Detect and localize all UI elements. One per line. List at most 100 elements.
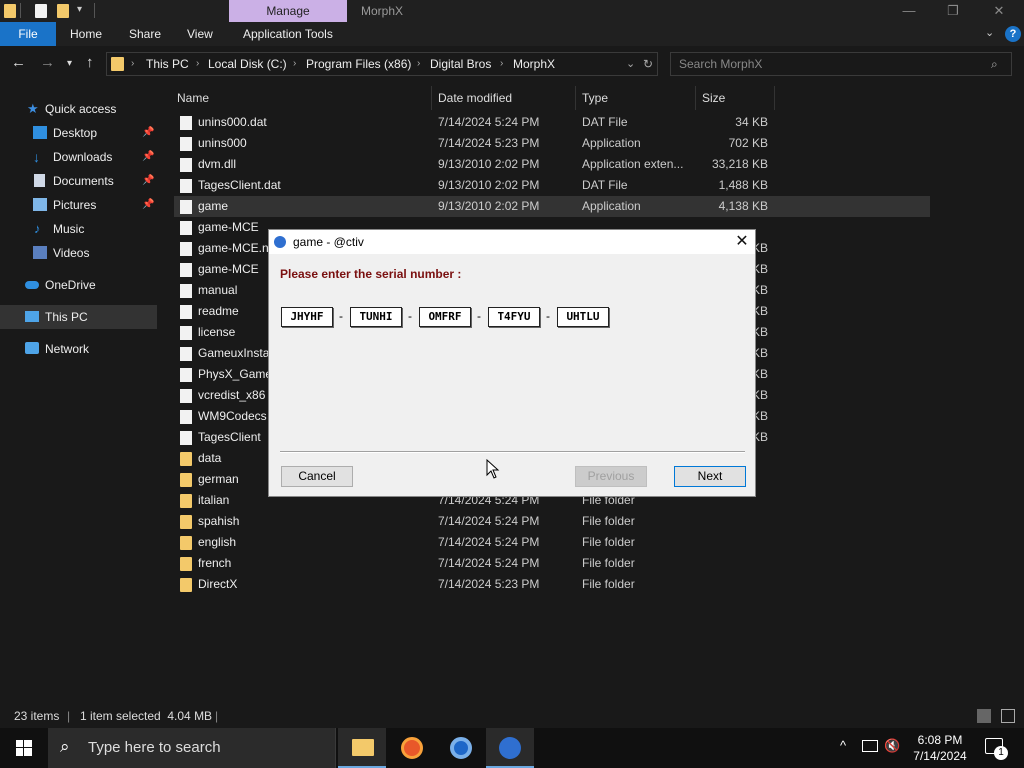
serial-field-5[interactable]: UHTLU <box>557 307 609 327</box>
file-icon <box>180 179 192 193</box>
navigation-bar: ← → ▾ ↑ › This PC › Local Disk (C:) › Pr… <box>0 46 1024 82</box>
breadcrumb-morphx[interactable]: MorphX <box>513 53 555 75</box>
chevron-up-icon[interactable]: ^ <box>840 738 846 753</box>
search-box[interactable]: Search MorphX ⌕ <box>670 52 1012 76</box>
pin-icon[interactable]: 📌 <box>142 193 154 217</box>
serial-field-2[interactable]: TUNHI <box>350 307 402 327</box>
new-folder-icon[interactable] <box>57 4 69 18</box>
file-row[interactable]: unins000 7/14/2024 5:23 PM Application 702 … <box>174 133 930 154</box>
tab-application-tools[interactable]: Application Tools <box>243 22 333 46</box>
volume-muted-icon[interactable]: 🔇 <box>884 738 900 754</box>
serial-dash: - <box>477 309 481 323</box>
file-row[interactable]: unins000.dat 7/14/2024 5:24 PM DAT File 34 … <box>174 112 930 133</box>
maximize-button[interactable]: ❐ <box>930 0 976 22</box>
pin-icon[interactable]: 📌 <box>142 121 154 145</box>
previous-button[interactable]: Previous <box>575 466 647 487</box>
sidebar-item-downloads[interactable]: ↓ Downloads 📌 <box>0 145 157 169</box>
serial-field-4[interactable]: T4FYU <box>488 307 540 327</box>
forward-arrow-icon[interactable]: → <box>40 54 55 71</box>
file-date: 9/13/2010 2:02 PM <box>438 199 540 213</box>
sidebar-item-onedrive[interactable]: OneDrive <box>0 273 157 297</box>
help-icon[interactable]: ? <box>1005 26 1021 42</box>
sidebar-item-label: This PC <box>45 310 88 324</box>
back-arrow-icon[interactable]: ← <box>11 54 26 71</box>
file-row[interactable]: english 7/14/2024 5:24 PM File folder <box>174 532 930 553</box>
file-row[interactable]: spahish 7/14/2024 5:24 PM File folder <box>174 511 930 532</box>
sidebar-item-this-pc[interactable]: This PC <box>0 305 157 329</box>
breadcrumb-separator[interactable]: › <box>417 53 420 75</box>
window-title: MorphX <box>361 4 404 18</box>
tab-home[interactable]: Home <box>70 22 102 46</box>
sidebar-item-documents[interactable]: Documents 📌 <box>0 169 157 193</box>
up-arrow-icon[interactable]: ↑ <box>86 54 94 71</box>
pin-icon[interactable]: 📌 <box>142 169 154 193</box>
file-row[interactable]: dvm.dll 9/13/2010 2:02 PM Application exte… <box>174 154 930 175</box>
sidebar-item-quick-access[interactable]: ★ Quick access <box>0 97 157 121</box>
column-header-size[interactable]: Size <box>702 86 775 110</box>
serial-field-1[interactable]: JHYHF <box>281 307 333 327</box>
star-icon: ★ <box>27 101 39 116</box>
column-header-type[interactable]: Type <box>582 86 696 110</box>
folder-icon <box>180 557 192 571</box>
sidebar-item-network[interactable]: Network <box>0 337 157 361</box>
file-name: german <box>198 472 239 486</box>
dialog-close-button[interactable]: ✕ <box>731 231 753 253</box>
tab-view[interactable]: View <box>187 22 213 46</box>
serial-field-3[interactable]: OMFRF <box>419 307 471 327</box>
file-date: 7/14/2024 5:24 PM <box>438 556 540 570</box>
tab-file[interactable]: File <box>0 22 56 46</box>
taskbar-search[interactable]: ⌕ Type here to search <box>48 728 336 768</box>
column-header-name[interactable]: Name <box>177 86 432 110</box>
large-icons-view-icon[interactable] <box>1001 709 1015 723</box>
taskbar-chromium[interactable] <box>437 728 485 768</box>
properties-icon[interactable] <box>35 4 47 18</box>
file-row[interactable]: DirectX 7/14/2024 5:23 PM File folder <box>174 574 930 595</box>
customize-qa-icon[interactable]: ▾ <box>77 4 82 15</box>
file-row[interactable]: french 7/14/2024 5:24 PM File folder <box>174 553 930 574</box>
search-icon[interactable]: ⌕ <box>991 57 998 72</box>
breadcrumb-digital-bros[interactable]: Digital Bros <box>430 53 491 75</box>
file-name: readme <box>198 304 239 318</box>
breadcrumb-local-disk[interactable]: Local Disk (C:) <box>208 53 287 75</box>
file-row[interactable]: game 9/13/2010 2:02 PM Application 4,138 KB <box>174 196 930 217</box>
sidebar-item-videos[interactable]: Videos <box>0 241 157 265</box>
taskbar-file-explorer[interactable] <box>338 728 386 768</box>
file-name: manual <box>198 283 238 297</box>
breadcrumb-program-files[interactable]: Program Files (x86) <box>306 53 411 75</box>
pin-icon[interactable]: 📌 <box>142 145 154 169</box>
refresh-icon[interactable]: ↻ <box>643 53 653 75</box>
sidebar-item-pictures[interactable]: Pictures 📌 <box>0 193 157 217</box>
breadcrumb-separator[interactable]: › <box>196 53 199 75</box>
taskbar-firefox[interactable] <box>388 728 436 768</box>
file-name: TagesClient <box>198 430 261 444</box>
clock[interactable]: 6:08 PM 7/14/2024 <box>900 732 980 764</box>
taskbar-game[interactable] <box>486 728 534 768</box>
file-type: File folder <box>582 577 635 591</box>
breadcrumb-separator[interactable]: › <box>500 53 503 75</box>
cancel-button[interactable]: Cancel <box>281 466 353 487</box>
minimize-button[interactable]: — <box>886 0 932 22</box>
breadcrumb-separator: › <box>131 58 135 69</box>
sidebar-item-desktop[interactable]: Desktop 📌 <box>0 121 157 145</box>
close-button[interactable]: ✕ <box>976 0 1022 22</box>
recent-locations-icon[interactable]: ▾ <box>67 58 72 69</box>
address-bar[interactable]: › This PC › Local Disk (C:) › Program Fi… <box>106 52 658 76</box>
manage-tab[interactable]: Manage <box>229 0 347 22</box>
chevron-down-icon[interactable]: ⌄ <box>985 26 994 39</box>
serial-dialog: game - @ctiv ✕ Please enter the serial n… <box>268 229 756 497</box>
tab-share[interactable]: Share <box>129 22 161 46</box>
start-button[interactable] <box>0 728 48 768</box>
breadcrumb-separator[interactable]: › <box>293 53 296 75</box>
game-icon <box>499 737 521 759</box>
file-row[interactable]: TagesClient.dat 9/13/2010 2:02 PM DAT File… <box>174 175 930 196</box>
file-date: 7/14/2024 5:24 PM <box>438 115 540 129</box>
next-button[interactable]: Next <box>674 466 746 487</box>
folder-icon <box>180 515 192 529</box>
column-header-date[interactable]: Date modified <box>438 86 576 110</box>
details-view-icon[interactable] <box>977 709 991 723</box>
network-status-icon[interactable] <box>862 740 878 752</box>
file-size: 702 KB <box>728 136 768 150</box>
chevron-down-icon[interactable]: ⌄ <box>626 53 635 75</box>
sidebar-item-music[interactable]: ♪ Music <box>0 217 157 241</box>
breadcrumb-this-pc[interactable]: This PC <box>146 53 189 75</box>
